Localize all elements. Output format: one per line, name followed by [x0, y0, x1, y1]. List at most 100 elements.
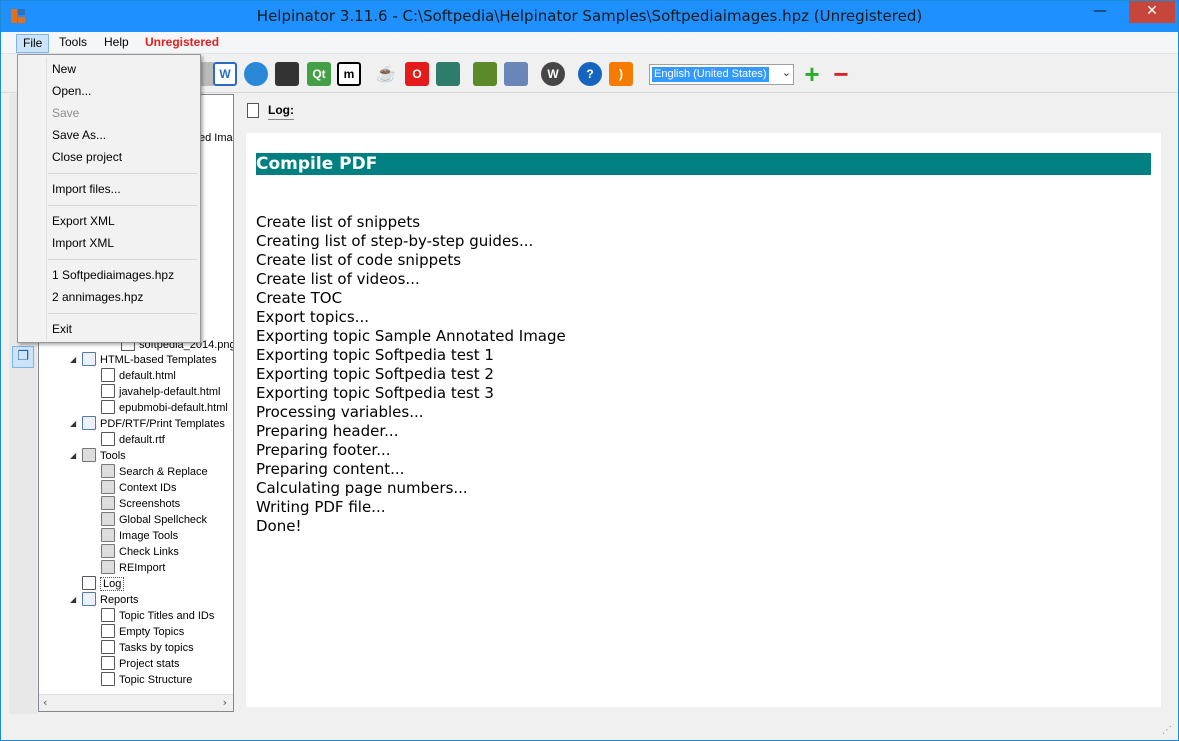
mobile-icon[interactable]	[504, 62, 528, 86]
tree-item-label: Empty Topics	[119, 626, 185, 638]
menu-unregistered[interactable]: Unregistered	[139, 34, 225, 53]
tool-icon	[101, 528, 115, 542]
document-icon	[247, 103, 259, 118]
log-line: Preparing header...	[256, 422, 399, 440]
folder-icon	[82, 416, 96, 430]
title-bar: Helpinator 3.11.6 - C:\Softpedia\Helpina…	[1, 1, 1178, 32]
window-title: Helpinator 3.11.6 - C:\Softpedia\Helpina…	[256, 7, 923, 25]
tree-item[interactable]: default.rtf	[101, 432, 165, 448]
minimize-button[interactable]: —	[1087, 1, 1113, 23]
java-icon[interactable]: ☕	[374, 62, 398, 86]
chevron-down-icon[interactable]: ⌄	[782, 66, 791, 79]
menu-separator	[48, 313, 197, 314]
menu-item-export-xml[interactable]: Export XML	[52, 211, 115, 231]
tree-item[interactable]: Context IDs	[101, 480, 176, 496]
tree-item[interactable]: epubmobi-default.html	[101, 400, 228, 416]
log-line: Create list of code snippets	[256, 251, 462, 269]
folder-icon	[82, 592, 96, 606]
word-icon[interactable]: W	[213, 62, 237, 86]
tree-item-label: HTML-based Templates	[100, 354, 217, 366]
tree-item[interactable]: Topic Titles and IDs	[101, 608, 214, 624]
menu-item-open[interactable]: Open...	[52, 81, 91, 101]
rss-icon[interactable]: )	[609, 62, 633, 86]
tree-item[interactable]: javahelp-default.html	[101, 384, 221, 400]
tree-item-label: Tasks by topics	[119, 642, 194, 654]
epub-icon[interactable]	[473, 62, 497, 86]
log-line: Exporting topic Softpedia test 3	[256, 384, 494, 402]
printer-icon[interactable]	[275, 62, 299, 86]
menu-item-import-files[interactable]: Import files...	[52, 179, 121, 199]
tree-item-label: Tools	[100, 450, 126, 462]
main-panel: Log: Compile PDF Create list of snippets…	[235, 94, 1178, 714]
add-language-button[interactable]: +	[800, 59, 824, 89]
globe-icon[interactable]	[244, 62, 268, 86]
expand-toggle-icon[interactable]: ◢	[70, 416, 76, 432]
tree-item[interactable]: ◢ HTML-based Templates	[70, 352, 217, 368]
log-line: Creating list of step-by-step guides...	[256, 232, 534, 250]
menu-separator	[48, 259, 197, 260]
opera-icon[interactable]: O	[405, 62, 429, 86]
log-line: Processing variables...	[256, 403, 424, 421]
tree-item[interactable]: Search & Replace	[101, 464, 208, 480]
menu-item-recent-2[interactable]: 2 annimages.hpz	[52, 287, 143, 307]
language-select-value: English (United States)	[652, 67, 769, 82]
tree-item[interactable]: ◢ PDF/RTF/Print Templates	[70, 416, 225, 432]
scroll-right-icon[interactable]: ›	[223, 696, 227, 709]
menu-item-new[interactable]: New	[52, 59, 76, 79]
tree-item[interactable]: Project stats	[101, 656, 180, 672]
menu-item-import-xml[interactable]: Import XML	[52, 233, 114, 253]
tree-item-label: Context IDs	[119, 482, 177, 494]
menu-item-recent-1[interactable]: 1 Softpediaimages.hpz	[52, 265, 174, 285]
menu-gutter	[46, 57, 47, 340]
expand-toggle-icon[interactable]: ◢	[70, 352, 76, 368]
tree-item-label: PDF/RTF/Print Templates	[100, 418, 225, 430]
tree-item-label: Image Tools	[119, 530, 179, 542]
m-icon[interactable]: m	[337, 62, 361, 86]
tree-item[interactable]: Empty Topics	[101, 624, 184, 640]
folder-icon	[82, 352, 96, 366]
tree-item[interactable]: ◢ Reports	[70, 592, 139, 608]
horizontal-scrollbar[interactable]: ‹ ›	[39, 694, 233, 711]
tree-item-partial[interactable]: ed Imag	[199, 130, 233, 146]
expand-toggle-icon[interactable]: ◢	[70, 448, 76, 464]
tree-item[interactable]: Tasks by topics	[101, 640, 194, 656]
close-button[interactable]: ✕	[1129, 1, 1175, 23]
tree-item[interactable]: Check Links	[101, 544, 179, 560]
menu-item-save-as[interactable]: Save As...	[52, 125, 106, 145]
tree-item[interactable]: default.html	[101, 368, 176, 384]
menu-help[interactable]: Help	[98, 34, 135, 53]
remove-language-button[interactable]: −	[829, 59, 853, 89]
tool-icon	[101, 480, 115, 494]
wordpress-icon[interactable]: W	[541, 62, 565, 86]
pages-icon[interactable]: ❐	[12, 346, 34, 368]
resize-grip-icon[interactable]: ⋰	[1162, 725, 1172, 736]
help-icon[interactable]: ?	[578, 62, 602, 86]
tree-item[interactable]: Topic Structure	[101, 672, 192, 688]
language-select[interactable]: English (United States) ⌄	[649, 64, 794, 85]
doc-icon	[101, 432, 115, 446]
tree-item[interactable]: Image Tools	[101, 528, 178, 544]
tree-item[interactable]: Global Spellcheck	[101, 512, 207, 528]
scroll-left-icon[interactable]: ‹	[43, 696, 47, 709]
menu-file[interactable]: File	[16, 34, 50, 53]
log-line: Exporting topic Sample Annotated Image	[256, 327, 566, 345]
tree-item-label: Screenshots	[119, 498, 181, 510]
menu-tools[interactable]: Tools	[53, 34, 93, 53]
menu-item-save: Save	[52, 106, 80, 120]
tool-icon	[101, 464, 115, 478]
tree-item-label: Topic Structure	[119, 674, 193, 686]
book-icon[interactable]	[436, 62, 460, 86]
expand-toggle-icon[interactable]: ◢	[70, 592, 76, 608]
log-line: Preparing content...	[256, 460, 405, 478]
menu-item-exit[interactable]: Exit	[52, 319, 72, 339]
tree-item[interactable]: Log	[82, 576, 125, 592]
menu-item-close-project[interactable]: Close project	[52, 147, 122, 167]
log-line: Done!	[256, 517, 302, 535]
status-bar: ⋰	[1, 714, 1178, 740]
tree-item[interactable]: Screenshots	[101, 496, 180, 512]
tree-item[interactable]: REImport	[101, 560, 165, 576]
tree-item[interactable]: ◢ Tools	[70, 448, 126, 464]
qt-icon[interactable]: Qt	[307, 62, 331, 86]
doc-icon	[101, 400, 115, 414]
tree-item-label: default.rtf	[119, 434, 165, 446]
